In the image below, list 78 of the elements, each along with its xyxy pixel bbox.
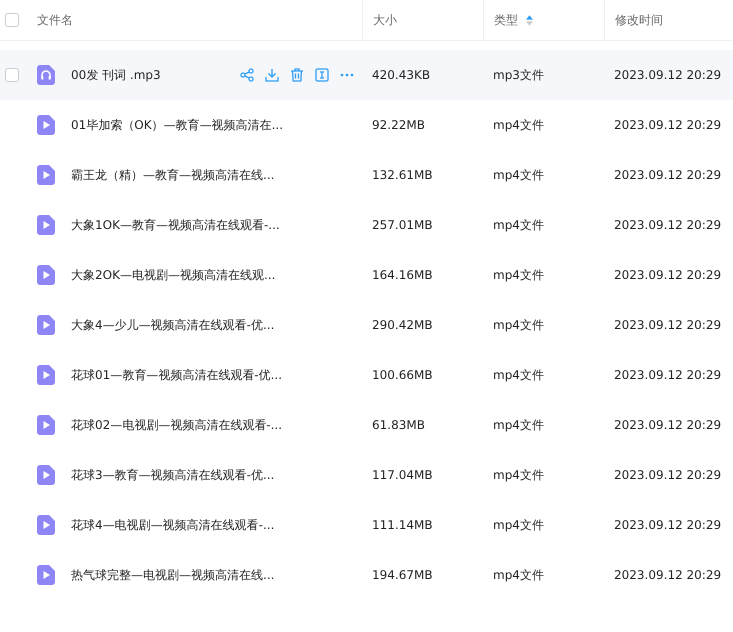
file-type: mp4文件 (493, 518, 544, 532)
play-file-icon (37, 315, 55, 335)
file-size: 420.43KB (372, 68, 430, 82)
file-name[interactable]: 大象4—少儿—视频高清在线观看-优... (71, 316, 274, 334)
modified-time: 2023.09.12 20:29 (614, 318, 722, 332)
file-size: 92.22MB (372, 118, 425, 132)
column-header[interactable]: 大小 (373, 12, 397, 28)
share-icon[interactable] (240, 68, 254, 82)
play-file-icon (37, 265, 55, 285)
file-name[interactable]: 霸王龙（精）—教育—视频高清在线... (71, 166, 274, 184)
column-header[interactable]: 类型 (494, 12, 518, 28)
file-type: mp4文件 (493, 118, 544, 132)
trash-icon[interactable] (290, 68, 304, 82)
file-name[interactable]: 花球02—电视剧—视频高清在线观看-... (71, 416, 282, 434)
file-row[interactable]: 花球4—电视剧—视频高清在线观看-... 111.14MB mp4文件 2023.09.12 20:29 (0, 500, 733, 550)
file-row[interactable]: 霸王龙（精）—教育—视频高清在线... 132.61MB mp4文件 2023.09.12 20:29 (0, 150, 733, 200)
play-file-icon (37, 365, 55, 385)
modified-time: 2023.09.12 20:29 (614, 518, 722, 532)
file-name[interactable]: 00发 刊词 .mp3 (71, 66, 161, 84)
file-size: 117.04MB (372, 468, 433, 482)
file-type: mp4文件 (493, 218, 544, 232)
file-row[interactable]: 01毕加索（OK）—教育—视频高清在... 92.22MB mp4文件 2023.09.12 20:29 (0, 100, 733, 150)
file-type: mp4文件 (493, 418, 544, 432)
file-name[interactable]: 花球4—电视剧—视频高清在线观看-... (71, 516, 274, 534)
file-row[interactable]: 大象4—少儿—视频高清在线观看-优... 290.42MB mp4文件 2023.09.12 20:29 (0, 300, 733, 350)
modified-time: 2023.09.12 20:29 (614, 118, 722, 132)
file-row[interactable]: 大象1OK—教育—视频高清在线观看-... 257.01MB mp4文件 2023.09.12 20:29 (0, 200, 733, 250)
download-icon[interactable] (265, 68, 279, 82)
file-row[interactable]: 00发 刊词 .mp3 420.43KB mp3文件 2023.09.12 20:29 (0, 50, 733, 100)
file-size: 164.16MB (372, 268, 433, 282)
play-file-icon (37, 165, 55, 185)
file-size: 290.42MB (372, 318, 433, 332)
file-type: mp4文件 (493, 318, 544, 332)
file-type: mp3文件 (493, 68, 544, 82)
file-size: 257.01MB (372, 218, 433, 232)
select-all-checkbox[interactable] (5, 13, 19, 27)
file-name[interactable]: 热气球完整—电视剧—视频高清在线... (71, 566, 274, 584)
play-file-icon (37, 215, 55, 235)
headphones-file-icon (37, 65, 55, 85)
file-type: mp4文件 (493, 568, 544, 582)
file-row[interactable]: 花球02—电视剧—视频高清在线观看-... 61.83MB mp4文件 2023.09.12 20:29 (0, 400, 733, 450)
file-size: 132.61MB (372, 168, 433, 182)
modified-time: 2023.09.12 20:29 (614, 568, 722, 582)
column-header[interactable]: 文件名 (37, 12, 73, 28)
file-type: mp4文件 (493, 268, 544, 282)
file-row[interactable]: 花球3—教育—视频高清在线观看-优... 117.04MB mp4文件 2023.09.12 20:29 (0, 450, 733, 500)
more-icon[interactable] (340, 73, 354, 77)
play-file-icon (37, 465, 55, 485)
column-header[interactable]: 修改时间 (615, 12, 663, 28)
play-file-icon (37, 415, 55, 435)
file-row[interactable]: 花球01—教育—视频高清在线观看-优... 100.66MB mp4文件 2023.09.12 20:29 (0, 350, 733, 400)
rename-icon[interactable] (315, 68, 329, 82)
modified-time: 2023.09.12 20:29 (614, 168, 722, 182)
file-row[interactable]: 热气球完整—电视剧—视频高清在线... 194.67MB mp4文件 2023.09.12 20:29 (0, 550, 733, 600)
modified-time: 2023.09.12 20:29 (614, 68, 722, 82)
play-file-icon (37, 115, 55, 135)
file-name[interactable]: 01毕加索（OK）—教育—视频高清在... (71, 116, 284, 134)
file-size: 194.67MB (372, 568, 433, 582)
file-type: mp4文件 (493, 168, 544, 182)
file-type: mp4文件 (493, 468, 544, 482)
play-file-icon (37, 565, 55, 585)
modified-time: 2023.09.12 20:29 (614, 468, 722, 482)
modified-time: 2023.09.12 20:29 (614, 218, 722, 232)
file-size: 100.66MB (372, 368, 433, 382)
modified-time: 2023.09.12 20:29 (614, 368, 722, 382)
file-row[interactable]: 大象2OK—电视剧—视频高清在线观... 164.16MB mp4文件 2023.09.12 20:29 (0, 250, 733, 300)
file-type: mp4文件 (493, 368, 544, 382)
file-name[interactable]: 花球01—教育—视频高清在线观看-优... (71, 366, 282, 384)
sort-icon[interactable] (526, 14, 533, 26)
modified-time: 2023.09.12 20:29 (614, 418, 722, 432)
file-name[interactable]: 大象2OK—电视剧—视频高清在线观... (71, 266, 276, 284)
file-name[interactable]: 花球3—教育—视频高清在线观看-优... (71, 466, 274, 484)
play-file-icon (37, 515, 55, 535)
file-size: 61.83MB (372, 418, 425, 432)
modified-time: 2023.09.12 20:29 (614, 268, 722, 282)
row-checkbox[interactable] (5, 68, 19, 82)
file-name[interactable]: 大象1OK—教育—视频高清在线观看-... (71, 216, 280, 234)
file-size: 111.14MB (372, 518, 433, 532)
